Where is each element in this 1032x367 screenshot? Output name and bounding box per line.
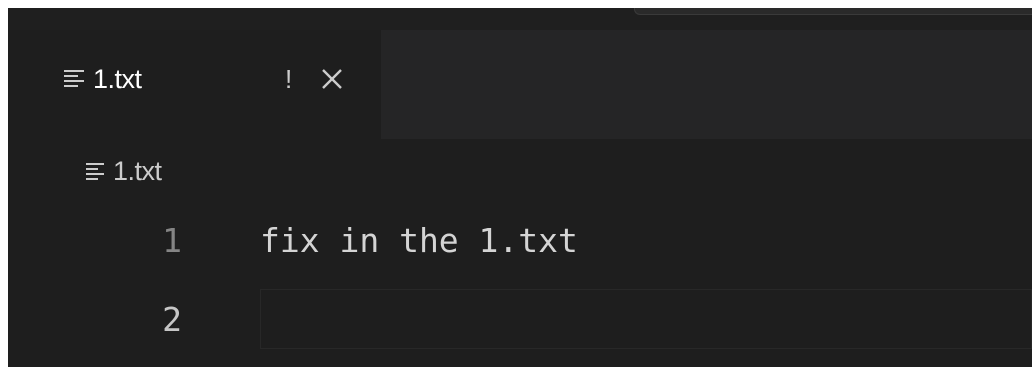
command-center[interactable]: [634, 8, 1032, 15]
line-number: 1: [162, 221, 182, 260]
file-lines-icon: [63, 67, 85, 89]
title-bar: [8, 8, 1032, 30]
tab-1-txt[interactable]: 1.txt !: [8, 30, 381, 139]
current-line-highlight: [260, 289, 1032, 349]
breadcrumb: 1.txt: [8, 139, 1032, 199]
editor-line-active[interactable]: 2: [8, 289, 1032, 351]
tab-warning-indicator: !: [285, 64, 293, 94]
breadcrumb-item-file[interactable]: 1.txt: [113, 155, 162, 187]
code-editor[interactable]: 1 fix in the 1.txt 2: [8, 199, 1032, 367]
close-icon[interactable]: [320, 67, 344, 91]
editor-window: 1.txt ! 1.txt 1 fix in the 1.txt 2: [8, 8, 1032, 367]
tab-bar: 1.txt !: [8, 30, 1032, 139]
editor-line[interactable]: 1 fix in the 1.txt: [8, 216, 1032, 266]
line-text[interactable]: fix in the 1.txt: [260, 216, 578, 266]
tab-label: 1.txt: [93, 64, 142, 94]
file-lines-icon: [85, 161, 105, 181]
line-number: 2: [162, 300, 182, 339]
